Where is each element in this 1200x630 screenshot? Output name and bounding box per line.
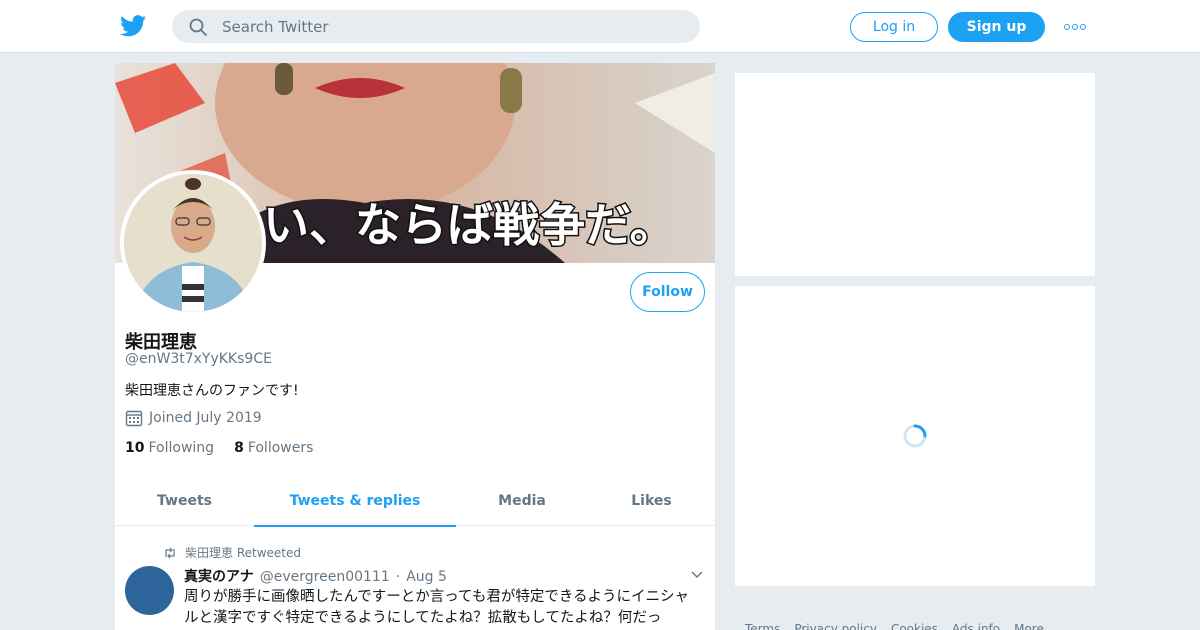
tweet-author-handle[interactable]: @evergreen00111	[260, 569, 390, 585]
search-input[interactable]	[222, 17, 662, 36]
followers-label: Followers	[247, 440, 314, 456]
profile-stats: 10 Following 8 Followers	[125, 440, 313, 456]
profile-tabs: Tweets Tweets & replies Media Likes	[115, 475, 715, 527]
tab-tweets[interactable]: Tweets	[115, 475, 254, 526]
footer-link-terms[interactable]: Terms	[745, 622, 780, 630]
follow-button[interactable]: Follow	[630, 272, 705, 312]
search-icon	[189, 18, 207, 36]
followers-link[interactable]: 8 Followers	[234, 440, 313, 456]
profile-bio: 柴田理恵さんのファンです!	[125, 383, 299, 399]
signup-button[interactable]: Sign up	[948, 12, 1045, 42]
more-dots-icon[interactable]	[1064, 22, 1086, 32]
profile-joined: Joined July 2019	[125, 409, 262, 427]
footer-link-cookies[interactable]: Cookies	[891, 622, 938, 630]
avatar-image	[124, 174, 262, 312]
following-count: 10	[125, 440, 145, 456]
retweeter-name[interactable]: 柴田理恵	[185, 546, 233, 560]
footer-link-privacy[interactable]: Privacy policy	[794, 622, 877, 630]
tab-likes[interactable]: Likes	[588, 475, 715, 526]
profile-avatar[interactable]	[120, 170, 266, 316]
tab-tweets-replies[interactable]: Tweets & replies	[254, 475, 456, 527]
joined-text: Joined July 2019	[149, 410, 262, 426]
footer-links: Terms Privacy policy Cookies Ads info Mo…	[745, 622, 1044, 630]
search-box[interactable]	[172, 10, 700, 43]
tweet-item[interactable]: 柴田理恵 Retweeted 真実のアナ @evergreen00111 · A…	[115, 533, 715, 630]
tweet-author-name[interactable]: 真実のアナ	[184, 566, 254, 586]
sidebar-card-top	[735, 73, 1095, 276]
tweet-header: 真実のアナ @evergreen00111 · Aug 5	[184, 566, 447, 586]
followers-count: 8	[234, 440, 244, 456]
retweet-context: 柴田理恵 Retweeted	[163, 544, 301, 561]
banner-caption: い、ならば戦争だ。	[263, 198, 676, 252]
profile-column: い、ならば戦争だ。 Follow 柴田理恵 @enW3t7xYyKKs9CE 柴…	[115, 63, 715, 630]
top-bar: Log in Sign up	[0, 0, 1200, 53]
login-button[interactable]: Log in	[850, 12, 938, 42]
chevron-down-icon[interactable]	[691, 571, 703, 579]
sidebar-card-bottom	[735, 286, 1095, 586]
following-label: Following	[148, 440, 215, 456]
tweet-date[interactable]: Aug 5	[406, 569, 447, 585]
following-link[interactable]: 10 Following	[125, 440, 214, 456]
footer-link-more[interactable]: More	[1014, 622, 1044, 630]
tab-media[interactable]: Media	[456, 475, 588, 526]
loading-spinner-icon	[903, 424, 927, 448]
profile-handle[interactable]: @enW3t7xYyKKs9CE	[125, 351, 272, 367]
tweet-separator: ·	[395, 569, 401, 585]
twitter-bird-icon[interactable]	[120, 14, 146, 38]
tweet-text: 周りが勝手に画像晒したんですーとか言っても君が特定できるようにイニシャルと漢字で…	[184, 589, 690, 626]
footer-link-ads-info[interactable]: Ads info	[952, 622, 1000, 630]
calendar-icon	[125, 410, 143, 427]
retweet-icon	[165, 547, 175, 558]
retweeted-label: Retweeted	[236, 546, 302, 560]
tweet-avatar[interactable]	[125, 566, 174, 615]
